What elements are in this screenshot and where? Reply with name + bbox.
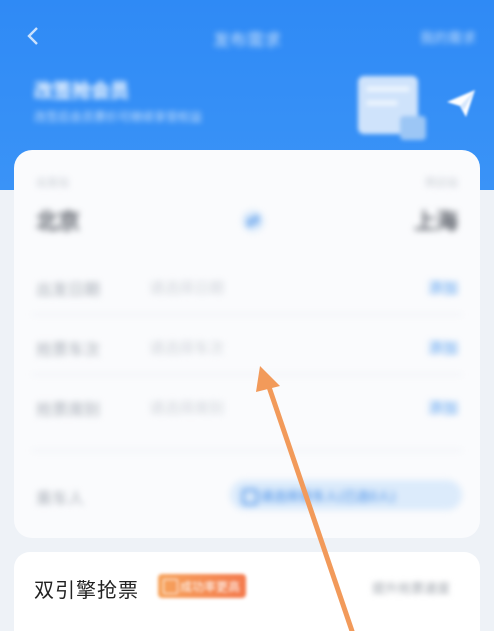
chart-icon (163, 579, 178, 594)
passenger-label: 乘车人 (36, 489, 85, 508)
add-button[interactable]: 添加 (428, 277, 458, 298)
divider (32, 314, 462, 315)
field-row-seat[interactable]: 抢票席别 请选择席别 添加 (14, 388, 480, 428)
dual-engine-title: 双引擎抢票 (34, 578, 139, 602)
field-label: 抢票席别 (36, 400, 101, 419)
field-value: 请选择车次 (149, 339, 225, 357)
field-value: 请选择席别 (149, 399, 225, 417)
ticket-form-card: 出发站 到达站 北京 上海 出发日期 请选择日期 添加 抢票车次 请选择车次 添… (14, 150, 480, 538)
ticket-illustration-icon (358, 76, 426, 140)
field-row-date[interactable]: 出发日期 请选择日期 添加 (14, 268, 480, 308)
add-button[interactable]: 添加 (428, 397, 458, 418)
engine-hint[interactable]: 提升抢票速度 (372, 578, 450, 597)
from-station[interactable]: 北京 (36, 204, 80, 236)
dual-engine-card[interactable]: 双引擎抢票 成功率更高 提升抢票速度 (14, 552, 480, 631)
to-station[interactable]: 上海 (414, 204, 458, 236)
swap-icon[interactable] (240, 208, 266, 234)
to-caption: 到达站 (425, 176, 458, 189)
badge-text: 成功率更高 (180, 580, 241, 594)
divider (32, 450, 462, 451)
field-value: 请选择日期 (149, 279, 225, 297)
select-passenger-text: 请选择乘车人(已选0人) (260, 490, 396, 505)
promo-subtitle: 改签后会员票价可继续享受权益 (34, 110, 203, 124)
success-rate-badge: 成功率更高 (158, 574, 246, 598)
add-button[interactable]: 添加 (428, 337, 458, 358)
from-caption: 出发站 (36, 176, 69, 189)
field-label: 抢票车次 (36, 340, 101, 359)
paper-plane-icon (447, 90, 475, 117)
nav-bar: 发布需求 我的需求 (0, 18, 494, 58)
field-row-train[interactable]: 抢票车次 请选择车次 添加 (14, 328, 480, 368)
promo-title: 改签抢会员 (34, 80, 130, 102)
passenger-icon (242, 489, 258, 505)
select-passenger-button[interactable]: 请选择乘车人(已选0人) (230, 480, 462, 510)
my-requests-link[interactable]: 我的需求 (420, 28, 476, 48)
divider (32, 374, 462, 375)
field-label: 出发日期 (36, 280, 101, 299)
